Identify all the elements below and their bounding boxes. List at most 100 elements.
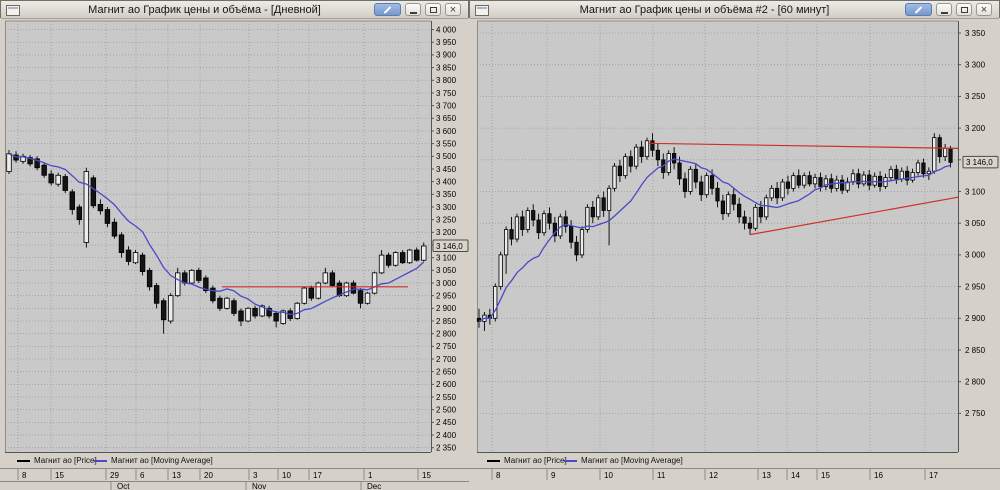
close-button[interactable]: ×	[976, 3, 992, 16]
candlestick	[167, 295, 174, 322]
candlestick	[41, 164, 47, 176]
window-menu-icon[interactable]	[6, 5, 20, 16]
hourly-window-titlebar[interactable]: Магнит ао График цены и объёма #2 - [60 …	[470, 1, 999, 19]
pin-chart-button[interactable]	[374, 3, 401, 16]
ma-series-marker	[564, 459, 577, 462]
candlestick	[796, 175, 801, 186]
candlestick	[791, 175, 796, 189]
candlestick	[617, 165, 623, 177]
candlestick	[385, 254, 392, 266]
restore-button[interactable]	[956, 3, 972, 16]
pin-chart-icon	[914, 5, 923, 14]
candlestick	[146, 269, 153, 288]
svg-text:11: 11	[657, 471, 666, 480]
legend-price-label: Магнит ао [Price]	[34, 456, 97, 465]
svg-text:2 750: 2 750	[436, 342, 457, 351]
svg-text:17: 17	[929, 471, 938, 480]
candlestick	[926, 170, 931, 175]
pin-chart-button[interactable]	[905, 3, 932, 16]
candlestick	[245, 307, 251, 322]
candlestick	[699, 181, 704, 196]
svg-text:15: 15	[55, 471, 64, 480]
svg-text:3 450: 3 450	[436, 165, 457, 174]
candlestick	[514, 216, 520, 240]
candlestick	[655, 149, 660, 161]
candlestick	[639, 146, 644, 158]
legend-ma-label: Магнит ао [Moving Average]	[581, 456, 683, 465]
minimize-icon	[940, 11, 948, 14]
svg-text:9: 9	[551, 471, 556, 480]
candlestick	[807, 175, 812, 185]
svg-text:13: 13	[172, 471, 181, 480]
candlestick	[231, 300, 237, 314]
candlestick	[407, 249, 413, 264]
quik-workspace: 4 000 3 950 3 900 3 850 3 800 3 750 3 700 3 650…	[0, 0, 1000, 490]
candlestick	[672, 153, 677, 164]
last-price-label: 3 146,0	[962, 155, 999, 169]
svg-text:3 250: 3 250	[436, 215, 457, 224]
candlestick	[48, 173, 54, 184]
svg-text:3 350: 3 350	[436, 190, 457, 199]
close-icon: ×	[980, 3, 988, 16]
svg-text:Oct: Oct	[117, 482, 130, 490]
svg-text:3 600: 3 600	[436, 127, 457, 136]
candlestick	[498, 254, 503, 287]
candlestick	[693, 168, 698, 183]
svg-text:2 550: 2 550	[436, 393, 457, 402]
svg-text:3 050: 3 050	[965, 219, 986, 228]
daily-chart-canvas[interactable]: 4 000 3 950 3 900 3 850 3 800 3 750 3 700 3 650…	[0, 0, 469, 490]
candlestick	[948, 147, 953, 163]
candlestick	[315, 282, 322, 299]
candlestick	[677, 162, 682, 180]
candlestick	[83, 171, 90, 243]
candlestick	[774, 187, 780, 199]
candlestick	[125, 249, 132, 262]
daily-window-titlebar[interactable]: Магнит ао График цены и объёма - [Дневно…	[1, 1, 468, 19]
candlestick	[175, 272, 181, 297]
candlestick	[867, 174, 872, 186]
minimize-button[interactable]	[405, 3, 421, 16]
legend-item-price: Магнит ао [Price]	[17, 456, 97, 465]
candlestick	[899, 170, 904, 180]
candlestick	[943, 147, 948, 158]
candlestick	[308, 287, 314, 299]
close-button[interactable]: ×	[445, 3, 461, 16]
candlestick	[579, 229, 585, 256]
ma-series-marker	[94, 459, 107, 462]
plot-area[interactable]	[5, 21, 431, 452]
candlestick	[378, 254, 385, 274]
plot-area[interactable]	[477, 21, 958, 452]
candlestick	[189, 269, 195, 284]
svg-text:3 650: 3 650	[436, 114, 457, 123]
svg-text:2 500: 2 500	[436, 406, 457, 415]
candlestick	[520, 216, 525, 230]
minimize-button[interactable]	[936, 3, 952, 16]
daily-window-title: Магнит ао График цены и объёма - [Дневно…	[88, 4, 321, 16]
candlestick	[688, 168, 693, 192]
candlestick	[623, 156, 628, 177]
svg-text:3 200: 3 200	[965, 124, 986, 133]
candlestick	[62, 176, 68, 191]
candlestick	[350, 282, 357, 294]
svg-text:2 800: 2 800	[436, 329, 457, 338]
candlestick	[628, 156, 633, 167]
svg-text:3 146,0: 3 146,0	[436, 242, 463, 251]
window-menu-icon[interactable]	[475, 5, 489, 16]
svg-text:3 000: 3 000	[965, 251, 986, 260]
candlestick	[742, 216, 747, 224]
candlestick	[118, 234, 125, 253]
hourly-chart-canvas[interactable]: 3 3503 3003 2503 2003 1503 1003 0503 000…	[469, 0, 1000, 490]
svg-text:8: 8	[496, 471, 501, 480]
restore-button[interactable]	[425, 3, 441, 16]
candlestick	[322, 272, 329, 284]
svg-text:2 600: 2 600	[436, 380, 457, 389]
legend-price-label: Магнит ао [Price]	[504, 456, 567, 465]
svg-text:12: 12	[709, 471, 718, 480]
svg-text:8: 8	[22, 471, 27, 480]
legend-ma-label: Магнит ао [Moving Average]	[111, 456, 213, 465]
candlestick	[153, 285, 160, 304]
candlestick	[132, 252, 139, 264]
svg-text:2 750: 2 750	[965, 409, 986, 418]
svg-text:3: 3	[253, 471, 258, 480]
svg-text:2 850: 2 850	[436, 317, 457, 326]
